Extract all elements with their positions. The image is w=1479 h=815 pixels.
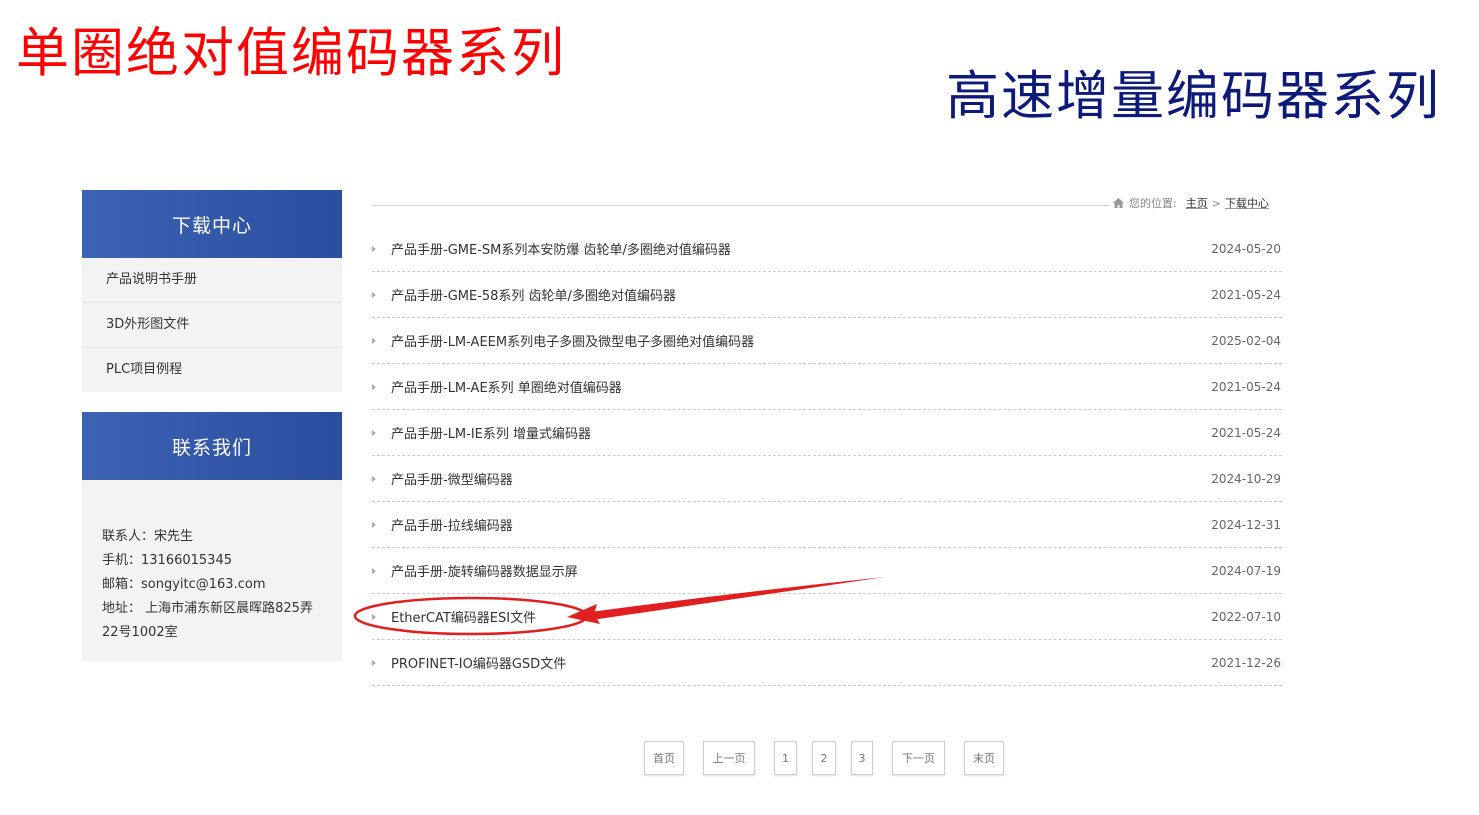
file-title[interactable]: 产品手册-旋转编码器数据显示屏: [391, 561, 1211, 580]
file-row[interactable]: 产品手册-LM-AEEM系列电子多圈及微型电子多圈绝对值编码器 2025-02-…: [372, 318, 1282, 364]
triangle-bullet-icon: [372, 567, 376, 574]
headline-absolute-encoder-series: 单圈绝对值编码器系列: [16, 23, 566, 84]
pager-page-2[interactable]: 2: [812, 741, 836, 775]
file-date: 2022-07-10: [1211, 609, 1281, 624]
file-title[interactable]: PROFINET-IO编码器GSD文件: [391, 653, 1211, 672]
file-title[interactable]: 产品手册-LM-AEEM系列电子多圈及微型电子多圈绝对值编码器: [391, 331, 1211, 350]
triangle-bullet-icon: [372, 429, 376, 436]
file-row[interactable]: PROFINET-IO编码器GSD文件 2021-12-26: [372, 640, 1282, 686]
file-date: 2024-07-19: [1211, 563, 1281, 578]
file-title[interactable]: 产品手册-GME-SM系列本安防爆 齿轮单/多圈绝对值编码器: [391, 239, 1211, 258]
file-row[interactable]: 产品手册-GME-SM系列本安防爆 齿轮单/多圈绝对值编码器 2024-05-2…: [372, 226, 1282, 272]
headline-incremental-encoder-series: 高速增量编码器系列: [946, 66, 1441, 127]
triangle-bullet-icon: [372, 291, 376, 298]
file-row[interactable]: 产品手册-LM-IE系列 增量式编码器 2021-05-24: [372, 410, 1282, 456]
breadcrumb-separator: >: [1211, 196, 1221, 210]
contact-address: 地址： 上海市浦东新区晨晖路825弄22号1002室: [102, 601, 313, 640]
sidebar-item-3d-drawings[interactable]: 3D外形图文件: [82, 303, 342, 348]
breadcrumb-prefix: 您的位置:: [1129, 197, 1177, 210]
triangle-bullet-icon: [372, 245, 376, 252]
pager-prev-button[interactable]: 上一页: [703, 741, 755, 775]
home-icon: [1113, 198, 1124, 208]
triangle-bullet-icon: [372, 383, 376, 390]
breadcrumb-divider: [372, 205, 1110, 206]
file-title[interactable]: 产品手册-LM-AE系列 单圈绝对值编码器: [391, 377, 1211, 396]
file-row[interactable]: 产品手册-旋转编码器数据显示屏 2024-07-19: [372, 548, 1282, 594]
file-date: 2025-02-04: [1211, 333, 1281, 348]
triangle-bullet-icon: [372, 475, 376, 482]
file-date: 2021-05-24: [1211, 379, 1281, 394]
pager-page-1[interactable]: 1: [774, 741, 797, 775]
file-row-ethercat[interactable]: EtherCAT编码器ESI文件 2022-07-10: [372, 594, 1282, 640]
file-title[interactable]: EtherCAT编码器ESI文件: [391, 607, 1211, 626]
file-title[interactable]: 产品手册-GME-58系列 齿轮单/多圈绝对值编码器: [391, 285, 1211, 304]
sidebar-item-plc-examples[interactable]: PLC项目例程: [82, 348, 342, 393]
file-date: 2021-12-26: [1211, 655, 1281, 670]
file-row[interactable]: 产品手册-LM-AE系列 单圈绝对值编码器 2021-05-24: [372, 364, 1282, 410]
file-title[interactable]: 产品手册-拉线编码器: [391, 515, 1211, 534]
file-row[interactable]: 产品手册-微型编码器 2024-10-29: [372, 456, 1282, 502]
sidebar-contact: 联系我们 联系人：宋先生 手机：13166015345 邮箱：songyitc@…: [82, 412, 342, 661]
pager-next-button[interactable]: 下一页: [892, 741, 945, 775]
sidebar-download-center: 下载中心 产品说明书手册 3D外形图文件 PLC项目例程: [82, 190, 342, 392]
file-row[interactable]: 产品手册-GME-58系列 齿轮单/多圈绝对值编码器 2021-05-24: [372, 272, 1282, 318]
file-date: 2021-05-24: [1211, 425, 1281, 440]
contact-info: 联系人：宋先生 手机：13166015345 邮箱：songyitc@163.c…: [82, 480, 342, 645]
breadcrumb: 您的位置: 主页 > 下载中心: [1113, 195, 1269, 211]
file-date: 2024-10-29: [1211, 471, 1281, 486]
contact-phone: 手机：13166015345: [102, 553, 232, 568]
file-row[interactable]: 产品手册-拉线编码器 2024-12-31: [372, 502, 1282, 548]
breadcrumb-current[interactable]: 下载中心: [1225, 195, 1269, 211]
file-title[interactable]: 产品手册-LM-IE系列 增量式编码器: [391, 423, 1211, 442]
contact-person: 联系人：宋先生: [102, 529, 194, 544]
triangle-bullet-icon: [372, 659, 376, 666]
breadcrumb-home-link[interactable]: 主页: [1186, 195, 1208, 211]
file-date: 2021-05-24: [1211, 287, 1281, 302]
download-file-list: 产品手册-GME-SM系列本安防爆 齿轮单/多圈绝对值编码器 2024-05-2…: [372, 226, 1282, 686]
file-title[interactable]: 产品手册-微型编码器: [391, 469, 1211, 488]
sidebar-download-title: 下载中心: [82, 190, 342, 258]
pager-page-3[interactable]: 3: [851, 741, 873, 775]
sidebar-contact-title: 联系我们: [82, 412, 342, 480]
pager-first-button[interactable]: 首页: [644, 741, 684, 775]
pager-last-button[interactable]: 末页: [964, 741, 1004, 775]
file-date: 2024-05-20: [1211, 241, 1281, 256]
sidebar-item-manuals[interactable]: 产品说明书手册: [82, 258, 342, 303]
triangle-bullet-icon: [372, 337, 376, 344]
triangle-bullet-icon: [372, 613, 376, 620]
triangle-bullet-icon: [372, 521, 376, 528]
file-date: 2024-12-31: [1211, 517, 1281, 532]
sidebar-menu: 产品说明书手册 3D外形图文件 PLC项目例程: [82, 258, 342, 393]
contact-email: 邮箱：songyitc@163.com: [102, 577, 266, 592]
